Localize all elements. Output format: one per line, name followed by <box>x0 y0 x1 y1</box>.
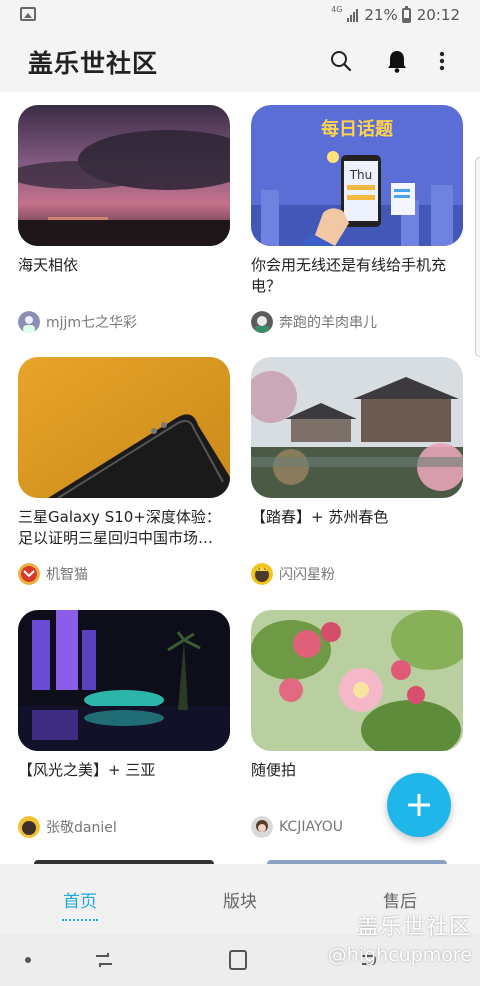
more-vertical-icon <box>439 51 445 71</box>
post-title[interactable]: 你会用无线还是有线给手机充电？ <box>251 255 457 297</box>
author-name: 闪闪星粉 <box>279 567 335 583</box>
post-author[interactable]: 奔跑的羊肉串儿 <box>251 311 377 333</box>
post-title[interactable]: 【风光之美】+ 三亚 <box>18 760 224 802</box>
watermark-title: 盖乐世社区 <box>356 915 472 940</box>
app-title: 盖乐世社区 <box>28 49 159 78</box>
post-author[interactable]: 张敬daniel <box>18 816 117 838</box>
post-author[interactable]: mjjm七之华彩 <box>18 311 137 333</box>
recent-apps-icon[interactable] <box>94 950 114 970</box>
avatar[interactable] <box>251 563 273 585</box>
notifications-button[interactable] <box>382 46 412 76</box>
home-icon[interactable] <box>229 950 247 970</box>
search-icon <box>331 51 352 72</box>
post-card[interactable]: 每日话题 Thu 你会用无线还是有线给手机充电？ 奔跑的羊肉串儿 <box>251 105 463 333</box>
watermark: 盖乐世社区 @highcupmore <box>328 909 472 966</box>
sanya-night-image <box>18 610 230 751</box>
clock: 20:12 <box>416 6 460 24</box>
author-name: 奔跑的羊肉串儿 <box>279 315 377 331</box>
tab-home[interactable]: 首页 <box>62 887 98 921</box>
post-card[interactable]: 【踏春】+ 苏州春色 闪闪星粉 <box>251 357 463 585</box>
post-thumbnail[interactable] <box>251 357 463 498</box>
new-post-button[interactable] <box>387 773 451 837</box>
post-thumbnail[interactable] <box>18 105 230 246</box>
plus-icon <box>408 794 430 816</box>
watermark-handle: @highcupmore <box>327 944 472 966</box>
post-thumbnail[interactable]: 每日话题 Thu <box>251 105 463 246</box>
post-author[interactable]: 机智猫 <box>18 563 88 585</box>
daily-topic-image: 每日话题 Thu <box>251 105 463 246</box>
gallery-notification-icon <box>20 7 36 21</box>
post-title[interactable]: 三星Galaxy S10+深度体验：足以证明三星回归中国市场的决心 <box>18 507 224 549</box>
dot-icon[interactable] <box>25 957 31 963</box>
phone-screen-text: Thu <box>349 168 373 182</box>
post-card[interactable]: 【风光之美】+ 三亚 张敬daniel <box>18 610 230 838</box>
phone-camera-image <box>18 357 230 498</box>
post-card[interactable]: 三星Galaxy S10+深度体验：足以证明三星回归中国市场的决心 机智猫 <box>18 357 230 585</box>
image-caption: 每日话题 <box>321 118 394 140</box>
sunset-sky-image <box>18 105 230 246</box>
post-thumbnail[interactable] <box>251 610 463 751</box>
avatar[interactable] <box>18 311 40 333</box>
scroll-indicator[interactable] <box>475 157 480 357</box>
author-name: 机智猫 <box>46 567 88 583</box>
battery-icon <box>401 5 411 23</box>
tab-boards[interactable]: 版块 <box>223 887 257 912</box>
suzhou-garden-image <box>251 357 463 498</box>
avatar[interactable] <box>251 311 273 333</box>
avatar[interactable] <box>251 816 273 838</box>
search-button[interactable] <box>326 46 356 76</box>
post-card[interactable]: 海天相依 mjjm七之华彩 <box>18 105 230 333</box>
post-feed[interactable]: 海天相依 mjjm七之华彩 每日话题 Thu 你会用无线还是有线给手机充电？ 奔… <box>0 92 480 864</box>
app-bar: 盖乐世社区 <box>0 30 480 92</box>
network-type: 4G <box>331 5 343 14</box>
status-bar: 4G 21% 20:12 <box>0 0 480 30</box>
author-name: 张敬daniel <box>46 820 117 836</box>
post-title[interactable]: 海天相依 <box>18 255 224 297</box>
bell-icon <box>388 51 406 73</box>
post-author[interactable]: 闪闪星粉 <box>251 563 335 585</box>
post-title[interactable]: 【踏春】+ 苏州春色 <box>251 507 457 549</box>
avatar[interactable] <box>18 816 40 838</box>
post-card[interactable]: 随便拍 KCJIAYOU <box>251 610 463 838</box>
avatar[interactable] <box>18 563 40 585</box>
author-name: KCJIAYOU <box>279 819 343 835</box>
flower-image <box>251 610 463 751</box>
post-thumbnail[interactable] <box>18 610 230 751</box>
status-bar-right: 4G 21% 20:12 <box>331 5 460 24</box>
battery-percent: 21% <box>364 6 398 24</box>
overflow-menu-button[interactable] <box>427 46 457 76</box>
post-author[interactable]: KCJIAYOU <box>251 816 343 838</box>
post-thumbnail[interactable] <box>18 357 230 498</box>
signal-icon <box>347 8 359 22</box>
author-name: mjjm七之华彩 <box>46 315 138 331</box>
